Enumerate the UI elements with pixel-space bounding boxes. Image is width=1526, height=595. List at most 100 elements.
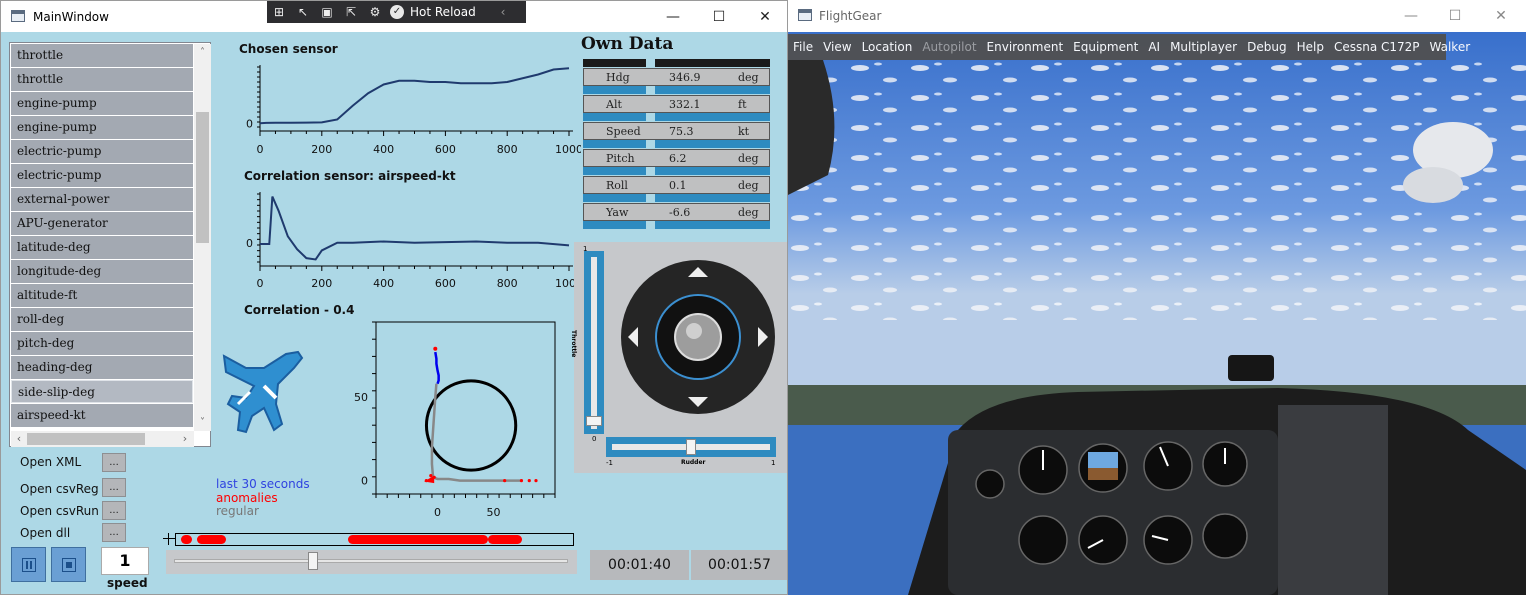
feature-item[interactable]: throttle <box>11 68 193 91</box>
menu-item[interactable]: File <box>788 40 818 54</box>
display-layout-adorners-icon[interactable]: ▣ <box>315 1 339 23</box>
open-csvrun-button[interactable]: ... <box>102 501 126 520</box>
x-tick-label: 600 <box>435 143 456 156</box>
slider-track <box>174 559 568 563</box>
own-data-value: 346.9 <box>669 71 701 84</box>
minimize-button[interactable]: — <box>1388 0 1434 31</box>
open-dll-label: Open dll <box>20 526 71 540</box>
horizontal-scrollbar[interactable]: ‹ › <box>11 431 194 447</box>
menu-item[interactable]: View <box>818 40 856 54</box>
collapse-toolbar-icon[interactable]: ‹ <box>491 1 515 23</box>
maximize-button[interactable]: ☐ <box>1432 0 1478 31</box>
select-element-icon[interactable]: ↖ <box>291 1 315 23</box>
scroll-down-icon[interactable]: ˅ <box>194 414 211 431</box>
throttle-slider[interactable] <box>584 251 604 434</box>
flightgear-titlebar[interactable]: FlightGear — ☐ ✕ <box>788 0 1526 32</box>
own-data-row: Hdg 346.9 deg <box>583 68 770 86</box>
feature-item[interactable]: altitude-ft <box>11 284 193 307</box>
own-data-value: 6.2 <box>669 152 687 165</box>
feature-item[interactable]: external-power <box>11 188 193 211</box>
feature-item[interactable]: throttle <box>11 44 193 67</box>
own-data-strip: Alt 332.1 ft <box>583 86 770 113</box>
feature-list[interactable]: throttle throttle engine-pump engine-pump el… <box>9 42 211 447</box>
anomaly-point <box>432 475 436 479</box>
legend-regular: regular <box>216 504 259 518</box>
track-focus-icon[interactable]: ⇱ <box>339 1 363 23</box>
live-visual-tree-icon[interactable]: ⊞ <box>267 1 291 23</box>
feature-item[interactable]: pitch-deg <box>11 332 193 355</box>
own-data-name: Yaw <box>606 206 629 219</box>
minimize-button[interactable]: — <box>650 1 696 32</box>
vertical-scrollbar[interactable]: ˄ ˅ <box>194 44 211 431</box>
menu-item[interactable]: Multiplayer <box>1165 40 1242 54</box>
throttle-thumb[interactable] <box>586 415 602 426</box>
own-data-row: Alt 332.1 ft <box>583 95 770 113</box>
scroll-left-icon[interactable]: ‹ <box>11 431 27 447</box>
anomaly-point <box>503 479 507 483</box>
open-csvreg-button[interactable]: ... <box>102 478 126 497</box>
own-data-unit: deg <box>738 71 759 84</box>
close-button[interactable]: ✕ <box>742 1 787 32</box>
feature-item[interactable]: heading-deg <box>11 356 193 379</box>
feature-item[interactable]: electric-pump <box>11 140 193 163</box>
feature-item[interactable]: longitude-deg <box>11 260 193 283</box>
close-button[interactable]: ✕ <box>1478 0 1524 31</box>
hot-reload-check-icon: ✓ <box>387 1 407 23</box>
scroll-up-icon[interactable]: ˄ <box>194 44 211 61</box>
pause-icon <box>21 557 36 572</box>
own-data-unit: ft <box>738 98 747 111</box>
menu-item[interactable]: Debug <box>1242 40 1291 54</box>
feature-item[interactable]: engine-pump <box>11 116 193 139</box>
flight-scene <box>788 0 1526 595</box>
feature-item[interactable]: airspeed-kt <box>11 404 193 427</box>
menu-item[interactable]: Environment <box>982 40 1069 54</box>
x-tick-label: 1000 <box>555 143 581 156</box>
own-data-title: Own Data <box>581 34 674 54</box>
throttle-min-label: 0 <box>592 435 597 443</box>
own-data-row: Yaw -6.6 deg <box>583 203 770 221</box>
rudder-slider[interactable] <box>606 437 776 457</box>
feature-item[interactable]: latitude-deg <box>11 236 193 259</box>
maximize-button[interactable]: ☐ <box>696 1 742 32</box>
pause-button[interactable] <box>11 547 46 582</box>
feature-item[interactable]: electric-pump <box>11 164 193 187</box>
speed-label: speed <box>107 576 148 590</box>
hot-reload-button[interactable]: Hot Reload <box>407 5 491 19</box>
main-window: MainWindow — ☐ ✕ ⊞ ↖ ▣ ⇱ ⚙ ✓ Hot Reload … <box>0 0 788 595</box>
own-data-value: -6.6 <box>669 206 691 219</box>
slider-thumb[interactable] <box>308 552 319 570</box>
rudder-min-label: -1 <box>606 459 613 467</box>
menu-item[interactable]: Cessna C172P <box>1329 40 1425 54</box>
feature-item[interactable]: engine-pump <box>11 92 193 115</box>
speed-input[interactable]: 1 <box>101 547 149 575</box>
stop-button[interactable] <box>51 547 86 582</box>
open-xml-label: Open XML <box>20 455 82 469</box>
menu-item[interactable]: Equipment <box>1068 40 1143 54</box>
anomaly-marker <box>348 535 488 544</box>
feature-item[interactable]: roll-deg <box>11 308 193 331</box>
menu-item[interactable]: AI <box>1143 40 1165 54</box>
menu-item[interactable]: Walker <box>1425 40 1476 54</box>
binding-failures-icon[interactable]: ⚙ <box>363 1 387 23</box>
own-data-row: Roll 0.1 deg <box>583 176 770 194</box>
playback-slider[interactable] <box>166 550 577 574</box>
correlation-sensor-title: Correlation sensor: airspeed-kt <box>244 169 456 183</box>
x-tick-label: 200 <box>311 143 332 156</box>
menu-item[interactable]: Location <box>857 40 918 54</box>
menu-item[interactable]: Autopilot <box>917 40 981 54</box>
anomaly-point <box>527 479 531 483</box>
open-csvreg-label: Open csvReg <box>20 482 99 496</box>
feature-item[interactable]: side-slip-deg <box>11 380 193 403</box>
hscroll-thumb[interactable] <box>27 433 145 445</box>
debug-toolbar: ⊞ ↖ ▣ ⇱ ⚙ ✓ Hot Reload ‹ <box>267 1 526 23</box>
menu-item[interactable]: Help <box>1292 40 1329 54</box>
anomaly-timeline <box>175 533 574 546</box>
open-dll-button[interactable]: ... <box>102 523 126 542</box>
scroll-right-icon[interactable]: › <box>177 431 193 447</box>
correlation-scatter-chart: 0 50 50 0 <box>354 321 556 519</box>
joystick[interactable] <box>620 259 777 416</box>
open-xml-button[interactable]: ... <box>102 453 126 472</box>
scroll-thumb[interactable] <box>196 112 209 243</box>
feature-item[interactable]: APU-generator <box>11 212 193 235</box>
rudder-thumb[interactable] <box>686 439 696 455</box>
